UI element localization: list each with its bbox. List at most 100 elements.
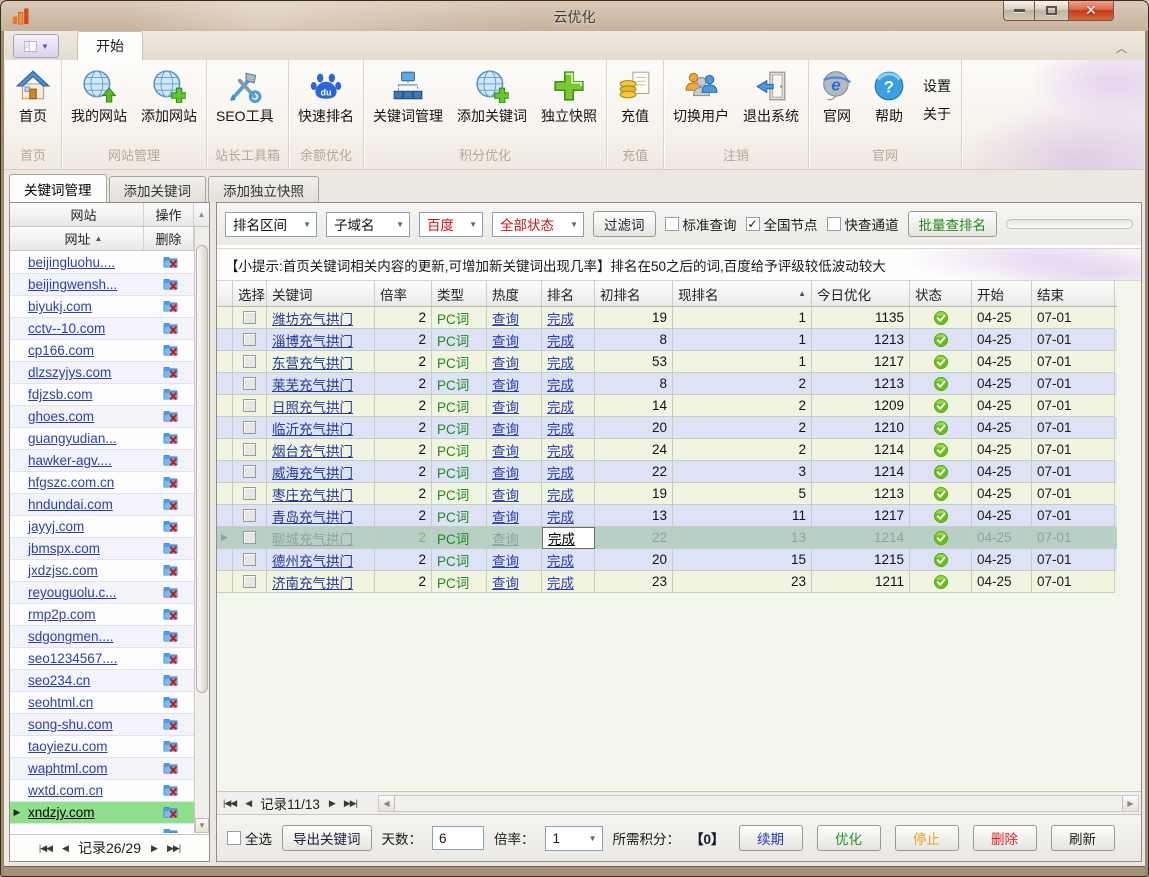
row-checkbox-cell[interactable] xyxy=(233,351,267,373)
site-link[interactable]: jayyj.com xyxy=(24,519,146,534)
site-row[interactable]: hfgszc.com.cn xyxy=(10,472,194,494)
site-link[interactable]: cp166.com xyxy=(24,343,146,358)
keyword-link[interactable]: 东营充气拱门 xyxy=(272,352,353,372)
delete-site-button[interactable] xyxy=(146,673,194,688)
grid-next-page-icon[interactable]: ▶ xyxy=(329,798,335,809)
keyword-cell[interactable]: 聊城充气拱门 xyxy=(267,527,375,549)
keyword-row[interactable]: 淄博充气拱门2PC词查询完成81121304-2507-01 xyxy=(217,329,1117,351)
heat-cell[interactable]: 查询 xyxy=(487,395,542,417)
heat-cell[interactable]: 查询 xyxy=(487,439,542,461)
site-link[interactable]: xndzjy.com xyxy=(24,805,146,820)
site-link[interactable]: ghoes.com xyxy=(24,409,146,424)
rank-link[interactable]: 完成 xyxy=(547,396,574,416)
heat-link[interactable]: 查询 xyxy=(492,396,519,416)
rank-link[interactable]: 完成 xyxy=(547,330,574,350)
delete-site-button[interactable] xyxy=(146,805,194,820)
delete-site-button[interactable] xyxy=(146,453,194,468)
scroll-down-icon[interactable]: ▼ xyxy=(195,818,209,833)
keyword-link[interactable]: 临沂充气拱门 xyxy=(272,418,353,438)
grid-col-类型[interactable]: 类型 xyxy=(432,281,487,306)
delete-site-button[interactable] xyxy=(146,343,194,358)
filter-select-百度[interactable]: 百度▼ xyxy=(419,212,483,237)
grid-col-排名[interactable]: 排名 xyxy=(542,281,595,306)
row-checkbox-cell[interactable] xyxy=(233,439,267,461)
heat-link[interactable]: 查询 xyxy=(492,352,519,372)
delete-site-button[interactable] xyxy=(146,651,194,666)
heat-cell[interactable]: 查询 xyxy=(487,549,542,571)
keyword-link[interactable]: 烟台充气拱门 xyxy=(272,440,353,460)
keyword-row[interactable]: 威海充气拱门2PC词查询完成223121404-2507-01 xyxy=(217,461,1117,483)
ribbon-text-button-设置[interactable]: 设置 xyxy=(923,76,951,96)
grid-prev-page-icon[interactable]: ◀ xyxy=(245,798,251,809)
keyword-link[interactable]: 枣庄充气拱门 xyxy=(272,484,353,504)
heat-cell[interactable]: 查询 xyxy=(487,483,542,505)
keyword-cell[interactable]: 枣庄充气拱门 xyxy=(267,483,375,505)
row-checkbox-cell[interactable] xyxy=(233,527,267,549)
heat-cell[interactable]: 查询 xyxy=(487,571,542,593)
heat-link[interactable]: 查询 xyxy=(492,330,519,350)
heat-cell[interactable]: 查询 xyxy=(487,527,542,549)
heat-link[interactable]: 查询 xyxy=(492,374,519,394)
site-row[interactable]: dlzszyjys.com xyxy=(10,362,194,384)
doc-tab-关键词管理[interactable]: 关键词管理 xyxy=(9,174,107,202)
keyword-cell[interactable]: 临沂充气拱门 xyxy=(267,417,375,439)
row-checkbox-cell[interactable] xyxy=(233,417,267,439)
site-link[interactable]: cctv--10.com xyxy=(24,321,146,336)
rank-link[interactable]: 完成 xyxy=(547,352,574,372)
rank-link[interactable]: 完成 xyxy=(547,418,574,438)
heat-cell[interactable]: 查询 xyxy=(487,307,542,329)
heat-link[interactable]: 查询 xyxy=(492,440,519,460)
rank-cell[interactable]: 完成 xyxy=(542,527,595,549)
ribbon-button-退出系统[interactable]: 退出系统 xyxy=(736,64,806,128)
heat-cell[interactable]: 查询 xyxy=(487,417,542,439)
keyword-link[interactable]: 聊城充气拱门 xyxy=(272,528,353,548)
site-row[interactable]: biyukj.com xyxy=(10,296,194,318)
row-checkbox-cell[interactable] xyxy=(233,307,267,329)
site-row[interactable]: jayyj.com xyxy=(10,516,194,538)
checkbox-icon[interactable] xyxy=(243,377,256,390)
app-menu-button[interactable]: ▼ xyxy=(13,34,59,58)
site-link[interactable]: wxtd.com.cn xyxy=(24,783,146,798)
row-checkbox-cell[interactable] xyxy=(233,571,267,593)
site-link[interactable]: hfgszc.com.cn xyxy=(24,475,146,490)
rank-cell[interactable]: 完成 xyxy=(542,373,595,395)
site-link[interactable]: hndundai.com xyxy=(24,497,146,512)
delete-site-button[interactable] xyxy=(146,563,194,578)
site-link[interactable]: taoyiezu.com xyxy=(24,739,146,754)
grid-col-关键词[interactable]: 关键词 xyxy=(267,281,375,306)
grid-first-page-icon[interactable]: |◀◀ xyxy=(223,798,236,809)
keyword-link[interactable]: 济南充气拱门 xyxy=(272,572,353,592)
site-row[interactable]: rmp2p.com xyxy=(10,604,194,626)
filter-select-排名区间[interactable]: 排名区间▼ xyxy=(225,212,317,237)
site-row[interactable]: sdgongmen.... xyxy=(10,626,194,648)
heat-link[interactable]: 查询 xyxy=(492,308,519,328)
delete-site-button[interactable] xyxy=(146,541,194,556)
rank-cell[interactable]: 完成 xyxy=(542,307,595,329)
site-row[interactable]: beijingluohu.... xyxy=(10,252,194,274)
site-link[interactable]: hawker-agv.... xyxy=(24,453,146,468)
keyword-cell[interactable]: 威海充气拱门 xyxy=(267,461,375,483)
keyword-link[interactable]: 日照充气拱门 xyxy=(272,396,353,416)
heat-link[interactable]: 查询 xyxy=(492,572,519,592)
grid-col-热度[interactable]: 热度 xyxy=(487,281,542,306)
export-keywords-button[interactable]: 导出关键词 xyxy=(282,825,372,851)
heat-cell[interactable]: 查询 xyxy=(487,351,542,373)
grid-last-page-icon[interactable]: ▶▶| xyxy=(344,798,357,809)
heat-cell[interactable]: 查询 xyxy=(487,505,542,527)
site-link[interactable]: dlzszyjys.com xyxy=(24,365,146,380)
site-row[interactable]: seo1234567.... xyxy=(10,648,194,670)
keyword-link[interactable]: 德州充气拱门 xyxy=(272,550,353,570)
row-checkbox-cell[interactable] xyxy=(233,395,267,417)
delete-site-button[interactable] xyxy=(146,607,194,622)
site-row[interactable]: hndundai.com xyxy=(10,494,194,516)
site-row[interactable]: seo234.cn xyxy=(10,670,194,692)
rank-cell[interactable]: 完成 xyxy=(542,351,595,373)
delete-site-button[interactable] xyxy=(146,497,194,512)
checkbox-快查通道[interactable]: 快查通道 xyxy=(827,214,899,234)
action-button-续期[interactable]: 续期 xyxy=(739,825,803,851)
grid-col-初排名[interactable]: 初排名 xyxy=(595,281,673,306)
site-link[interactable]: beijingluohu.... xyxy=(24,255,146,270)
heat-cell[interactable]: 查询 xyxy=(487,329,542,351)
ribbon-button-关键词管理[interactable]: 关键词管理 xyxy=(366,64,450,128)
filter-words-button[interactable]: 过滤词 xyxy=(593,211,656,237)
